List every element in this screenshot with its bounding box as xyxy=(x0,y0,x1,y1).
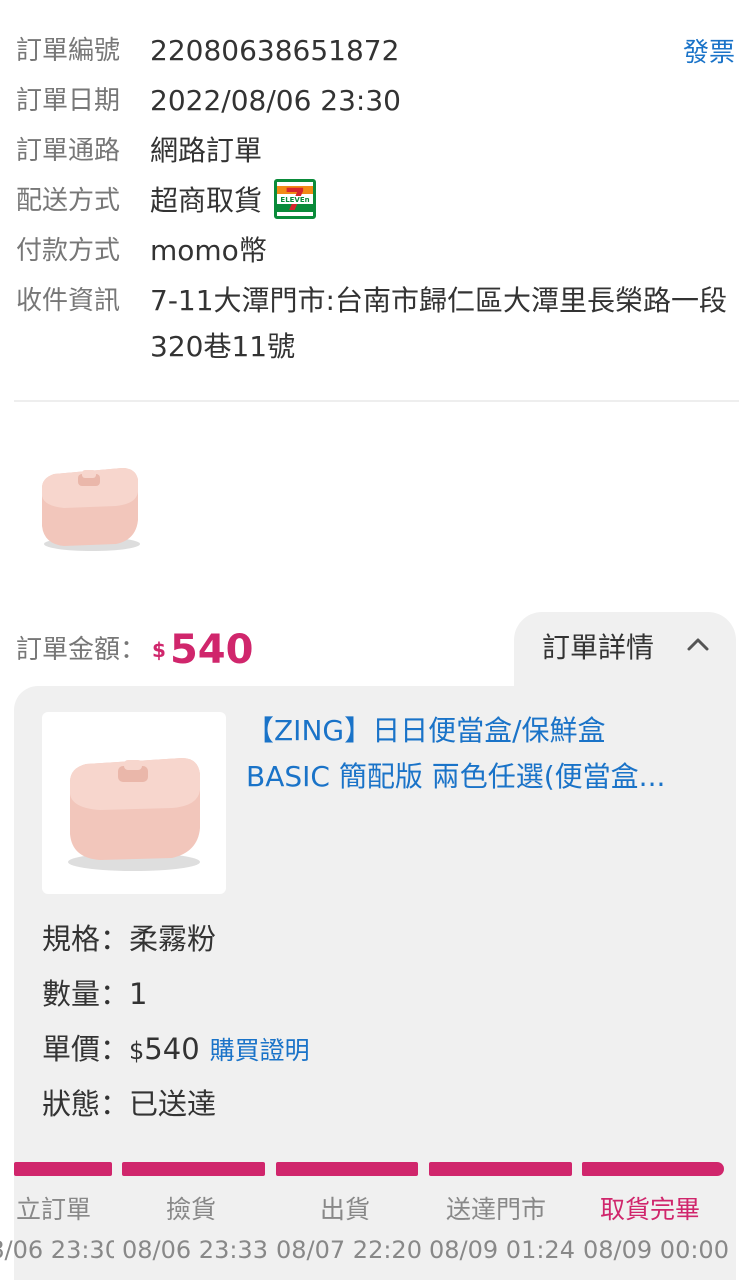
order-details-toggle[interactable]: 訂單詳情 xyxy=(514,612,736,692)
step-time: 08/06 23:33 xyxy=(122,1236,268,1264)
progress-segment xyxy=(429,1162,572,1176)
order-date-label: 訂單日期 xyxy=(16,86,121,116)
purchase-proof-link[interactable]: 購買證明 xyxy=(210,1036,310,1065)
order-channel-label: 訂單通路 xyxy=(16,136,121,166)
progress-segment xyxy=(276,1162,418,1176)
order-amount-value: 540 xyxy=(169,627,254,673)
progress-segment xyxy=(582,1162,724,1176)
product-thumbnail[interactable] xyxy=(30,448,150,558)
progress-segment xyxy=(14,1162,112,1176)
product-unit-price: 單價：$540 購買證明 xyxy=(42,1026,310,1074)
recipient-label: 收件資訊 xyxy=(16,286,121,316)
step-label: 出貨 xyxy=(320,1195,371,1224)
unit-price-value: 540 xyxy=(144,1032,200,1066)
order-number-label: 訂單編號 xyxy=(16,36,121,66)
order-progress-bar xyxy=(14,1162,736,1178)
7-eleven-logo-icon: 7ELEVEn xyxy=(274,179,317,219)
step-time: 08/06 23:30 xyxy=(0,1236,114,1264)
order-details-label: 訂單詳情 xyxy=(542,631,655,664)
order-channel-row: 訂單通路 網路訂單 xyxy=(0,126,753,176)
product-quantity: 數量：1 xyxy=(42,977,148,1011)
product-spec: 規格：柔霧粉 xyxy=(42,922,217,956)
step-time: 08/09 00:00 xyxy=(583,1236,729,1264)
invoice-link[interactable]: 發票 xyxy=(683,28,735,78)
step-time: 08/07 22:20 xyxy=(276,1236,422,1264)
step-label: 立訂單 xyxy=(16,1195,92,1224)
order-amount-label: 訂單金額： xyxy=(16,635,147,665)
order-amount-currency: $ xyxy=(152,638,166,662)
product-image[interactable] xyxy=(42,712,226,894)
step-label: 送達門市 xyxy=(446,1195,547,1224)
recipient-row: 收件資訊 7-11大潭門市:台南市歸仁區大潭里長榮路一段320巷11號 xyxy=(0,276,753,376)
step-time: 08/09 01:24 xyxy=(429,1236,575,1264)
product-status: 狀態：已送達 xyxy=(42,1087,217,1121)
product-title-line2: BASIC 簡配版 兩色任選(便當盒... xyxy=(246,760,666,793)
delivery-label: 配送方式 xyxy=(16,186,121,216)
product-title-link[interactable]: 【ZING】日日便當盒/保鮮盒 BASIC 簡配版 兩色任選(便當盒... xyxy=(246,708,716,800)
order-date-value: 2022/08/06 23:30 xyxy=(150,84,401,117)
order-channel-value: 網路訂單 xyxy=(150,134,263,167)
order-amount: 訂單金額： $540 xyxy=(16,620,253,680)
step-label: 撿貨 xyxy=(166,1195,217,1224)
order-number-value: 22080638651872 xyxy=(150,34,400,67)
payment-row: 付款方式 momo幣 xyxy=(0,226,753,276)
payment-label: 付款方式 xyxy=(16,236,121,266)
unit-price-currency: $ xyxy=(129,1037,145,1065)
unit-price-label: 單價： xyxy=(42,1032,130,1066)
recipient-value: 7-11大潭門市:台南市歸仁區大潭里長榮路一段320巷11號 xyxy=(150,284,727,363)
bento-box-image xyxy=(42,468,140,551)
step-label-current: 取貨完畢 xyxy=(600,1195,701,1224)
delivery-row: 配送方式 超商取貨 7ELEVEn xyxy=(0,176,753,226)
progress-segment xyxy=(122,1162,265,1176)
chevron-up-icon xyxy=(687,638,709,651)
payment-value: momo幣 xyxy=(150,234,267,267)
delivery-value-wrap: 超商取貨 7ELEVEn xyxy=(150,176,317,226)
divider xyxy=(14,400,739,402)
order-date-row: 訂單日期 2022/08/06 23:30 xyxy=(0,76,753,126)
product-title-line1: 【ZING】日日便當盒/保鮮盒 xyxy=(246,714,606,747)
delivery-value: 超商取貨 xyxy=(150,184,263,217)
order-number-row: 訂單編號 22080638651872 xyxy=(0,26,753,76)
bento-box-image xyxy=(68,758,200,871)
